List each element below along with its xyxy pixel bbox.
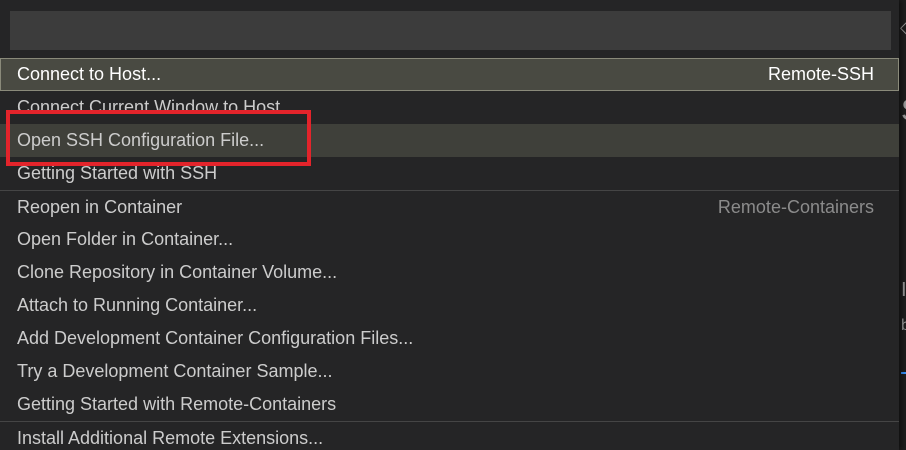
editor-edge-glyph: ◇ xyxy=(900,18,906,36)
command-palette-list: Connect to Host... Remote-SSH Connect Cu… xyxy=(0,58,899,450)
command-palette: Connect to Host... Remote-SSH Connect Cu… xyxy=(0,0,899,450)
command-palette-input-box[interactable] xyxy=(10,11,891,50)
palette-item-add-dev-container-config[interactable]: Add Development Container Configuration … xyxy=(0,322,899,355)
palette-item-attach-running-container[interactable]: Attach to Running Container... xyxy=(0,289,899,322)
palette-item-try-dev-container-sample[interactable]: Try a Development Container Sample... xyxy=(0,355,899,388)
palette-item-label: Attach to Running Container... xyxy=(17,295,258,315)
palette-item-reopen-in-container[interactable]: Reopen in Container Remote-Containers xyxy=(0,190,899,223)
editor-edge-glyph: I xyxy=(901,279,906,301)
palette-item-label: Connect to Host... xyxy=(17,64,162,84)
palette-item-label: Getting Started with Remote-Containers xyxy=(17,394,337,414)
palette-item-connect-current-window[interactable]: Connect Current Window to Host... xyxy=(0,91,899,124)
editor-edge-glyph: b xyxy=(901,317,906,334)
palette-item-label: Clone Repository in Container Volume... xyxy=(17,262,338,282)
palette-item-group-label: Remote-SSH xyxy=(767,64,874,84)
palette-item-label: Reopen in Container xyxy=(17,197,183,217)
palette-item-label: Open Folder in Container... xyxy=(17,229,234,249)
editor-edge-link-underline xyxy=(901,372,906,374)
palette-item-label: Getting Started with SSH xyxy=(17,163,218,183)
palette-item-label: Install Additional Remote Extensions... xyxy=(17,428,324,448)
palette-item-open-ssh-config[interactable]: Open SSH Configuration File... xyxy=(0,124,899,157)
palette-item-install-remote-extensions[interactable]: Install Additional Remote Extensions... xyxy=(0,421,899,450)
palette-item-label: Open SSH Configuration File... xyxy=(17,130,265,150)
screenshot-stage: ◇ S I b Connect to Host... Remote-SSH Co… xyxy=(0,0,906,450)
editor-edge-glyph: S xyxy=(901,96,906,126)
palette-item-open-folder-in-container[interactable]: Open Folder in Container... xyxy=(0,223,899,256)
palette-item-getting-started-containers[interactable]: Getting Started with Remote-Containers xyxy=(0,388,899,421)
palette-item-label: Connect Current Window to Host... xyxy=(17,97,296,117)
command-palette-input[interactable] xyxy=(11,12,890,49)
palette-item-connect-to-host[interactable]: Connect to Host... Remote-SSH xyxy=(0,58,899,91)
palette-item-clone-repository[interactable]: Clone Repository in Container Volume... xyxy=(0,256,899,289)
palette-item-getting-started-ssh[interactable]: Getting Started with SSH xyxy=(0,157,899,190)
palette-item-group-label: Remote-Containers xyxy=(717,197,874,217)
palette-item-label: Try a Development Container Sample... xyxy=(17,361,333,381)
palette-item-label: Add Development Container Configuration … xyxy=(17,328,414,348)
